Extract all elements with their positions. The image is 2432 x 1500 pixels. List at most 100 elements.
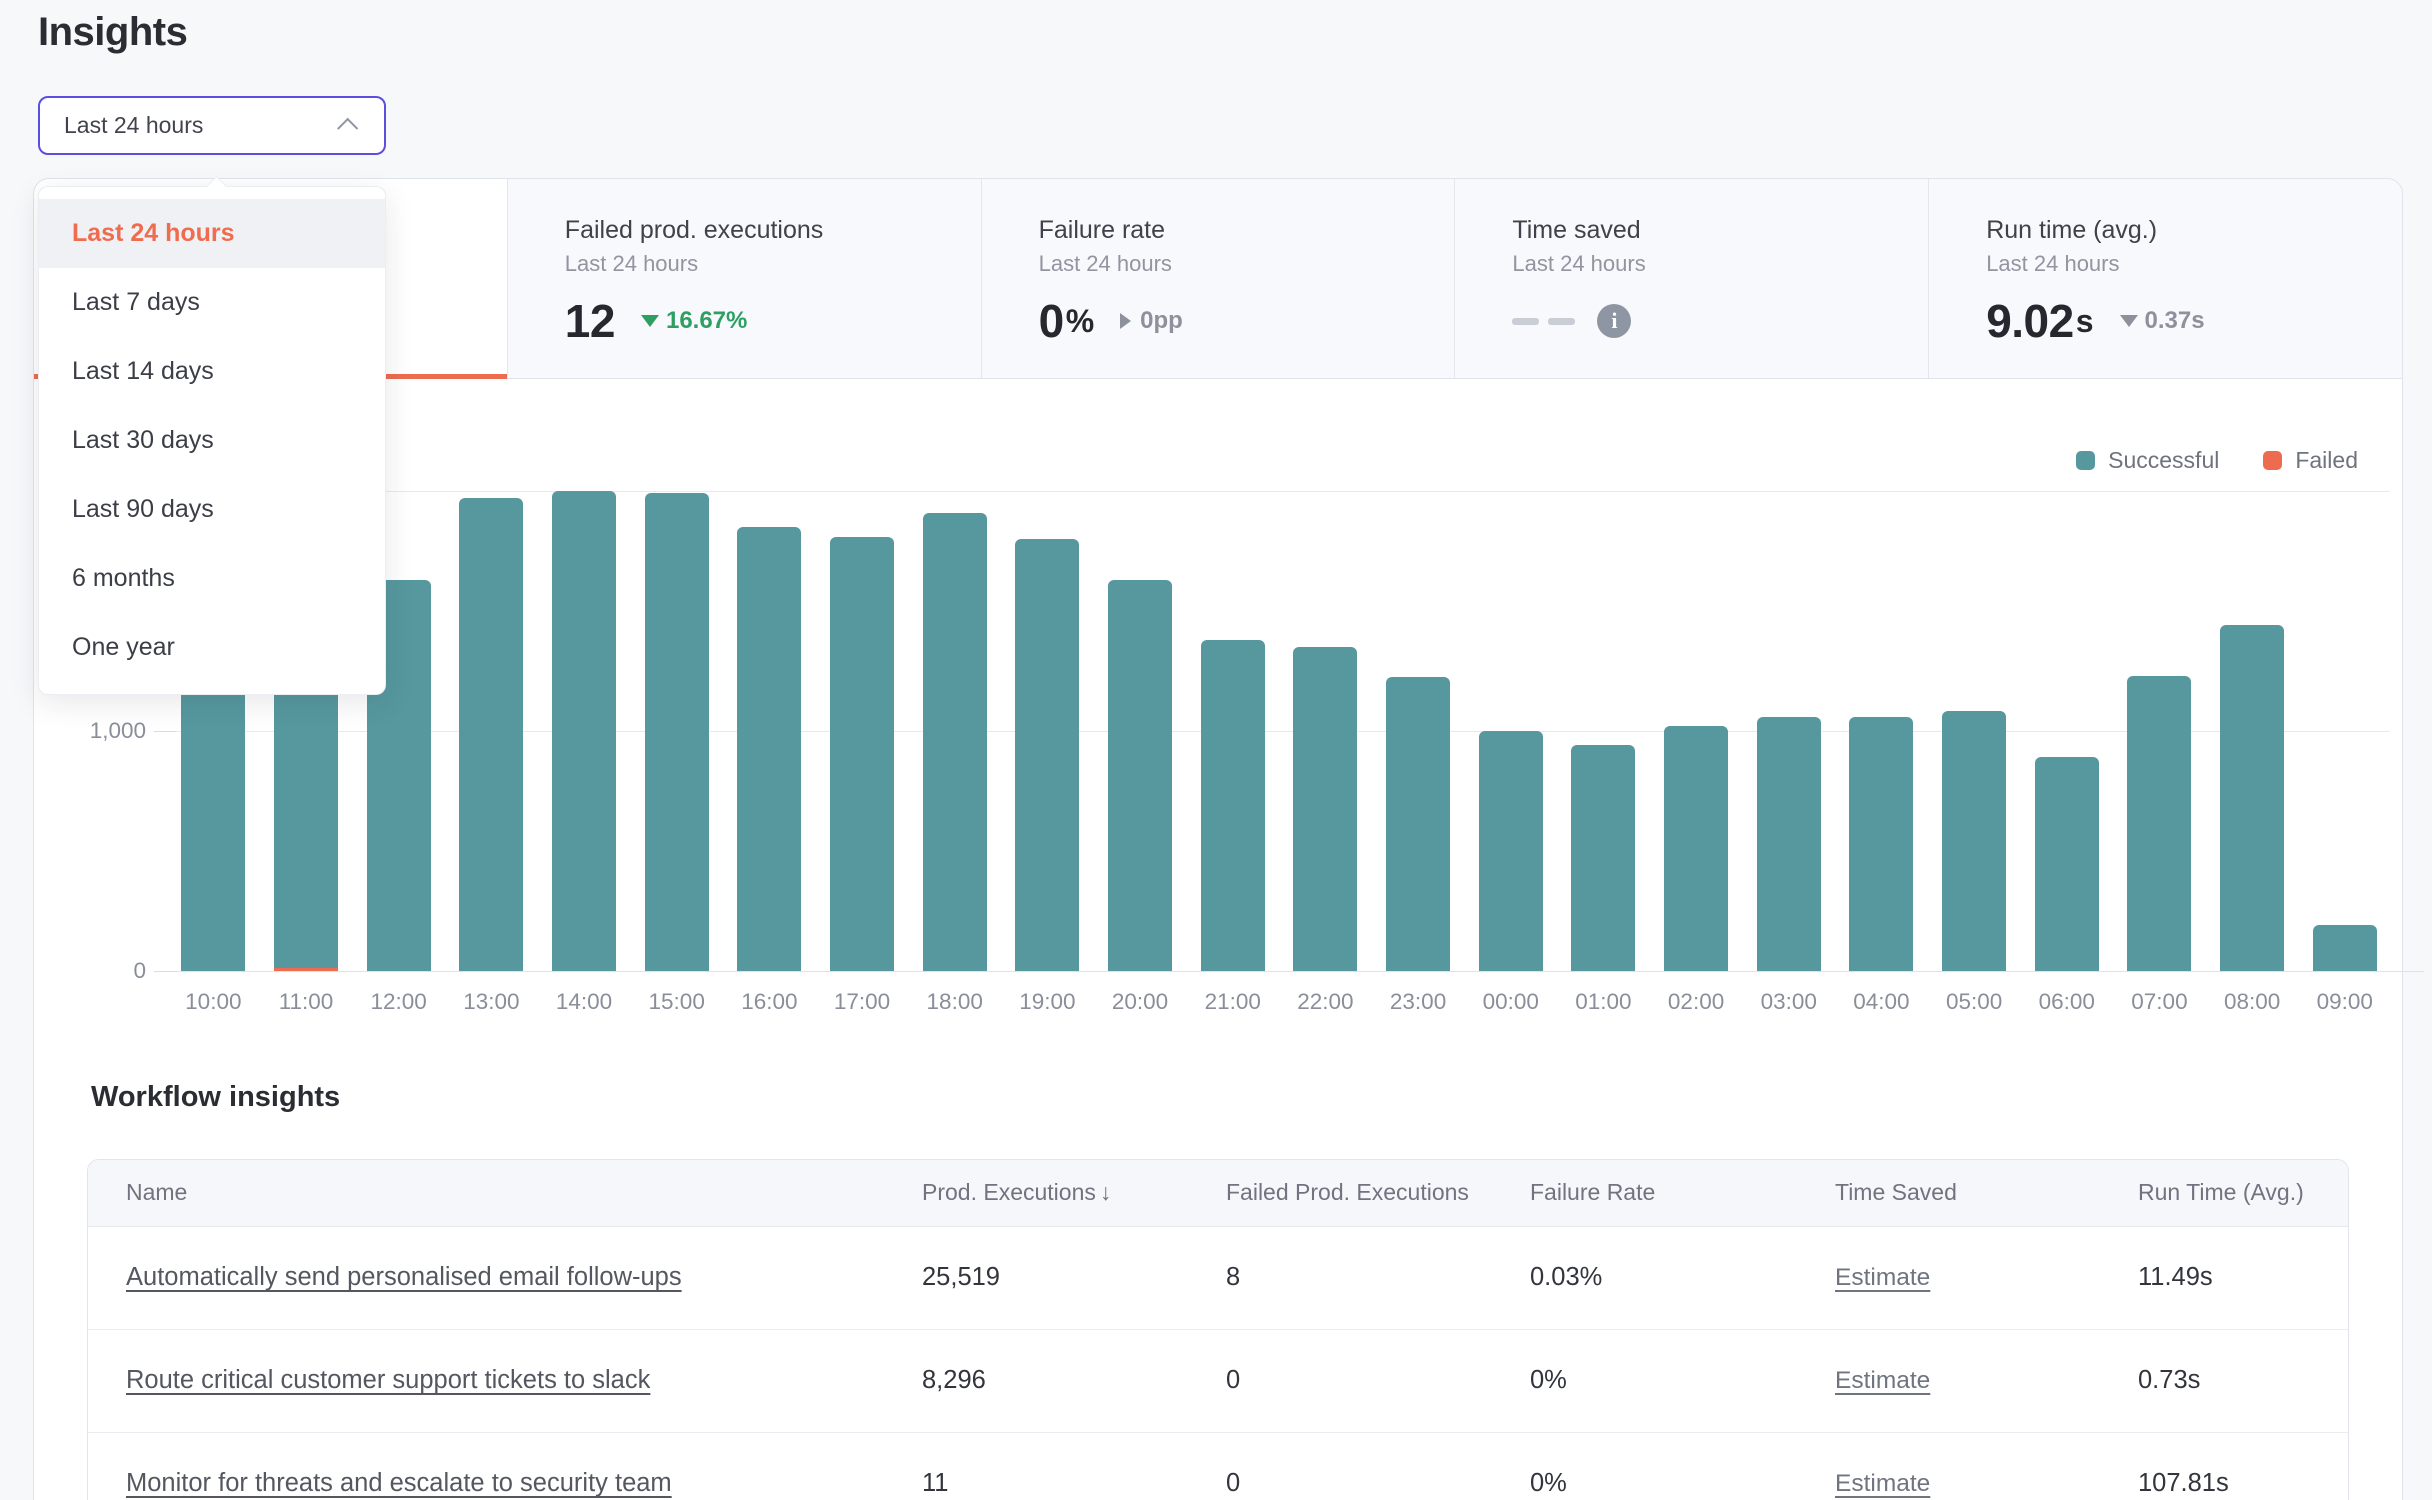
x-axis-label-03:00: 03:00 — [1742, 989, 1835, 1015]
bar-15:00[interactable] — [645, 493, 709, 971]
x-axis-label-01:00: 01:00 — [1557, 989, 1650, 1015]
bar-successful-segment — [1293, 647, 1357, 971]
menu-item-last-90-days[interactable]: Last 90 days — [39, 475, 385, 544]
workflow-link[interactable]: Monitor for threats and escalate to secu… — [126, 1469, 672, 1497]
x-axis-label-23:00: 23:00 — [1372, 989, 1465, 1015]
menu-item-last-24-hours[interactable]: Last 24 hours — [39, 199, 385, 268]
bar-slot — [816, 179, 909, 971]
bar-20:00[interactable] — [1108, 580, 1172, 971]
bar-00:00[interactable] — [1479, 731, 1543, 971]
x-axis-label-14:00: 14:00 — [538, 989, 631, 1015]
prod-executions-cell: 11 — [922, 1432, 1226, 1500]
bar-16:00[interactable] — [737, 527, 801, 971]
bar-successful-segment — [2127, 676, 2191, 971]
bar-slot — [1742, 179, 1835, 971]
failure-rate-cell: 0% — [1530, 1432, 1835, 1500]
bar-01:00[interactable] — [1571, 745, 1635, 971]
bar-slot — [1372, 179, 1465, 971]
bar-07:00[interactable] — [2127, 676, 2191, 971]
column-header-failed-prod-executions[interactable]: Failed Prod. Executions — [1226, 1160, 1530, 1226]
time-range-menu: Last 24 hoursLast 7 daysLast 14 daysLast… — [38, 186, 386, 695]
time-range-dropdown[interactable]: Last 24 hours — [38, 96, 386, 155]
x-axis-label-17:00: 17:00 — [816, 989, 909, 1015]
bar-successful-segment — [552, 491, 616, 971]
workflow-insights-title: Workflow insights — [91, 1081, 340, 1114]
x-axis-label-21:00: 21:00 — [1186, 989, 1279, 1015]
column-header-failure-rate[interactable]: Failure Rate — [1530, 1160, 1835, 1226]
bar-slot — [1001, 179, 1094, 971]
column-header-prod-executions[interactable]: Prod. Executions↓ — [922, 1160, 1226, 1226]
bar-03:00[interactable] — [1757, 717, 1821, 971]
bar-slot — [1094, 179, 1187, 971]
x-axis-label-11:00: 11:00 — [260, 989, 353, 1015]
bar-slot — [1650, 179, 1743, 971]
y-tick — [154, 971, 176, 972]
bar-18:00[interactable] — [923, 513, 987, 971]
bar-08:00[interactable] — [2220, 625, 2284, 971]
x-axis-label-10:00: 10:00 — [167, 989, 260, 1015]
estimate-link[interactable]: Estimate — [1835, 1367, 1930, 1394]
bar-successful-segment — [1849, 717, 1913, 971]
bar-successful-segment — [645, 493, 709, 971]
x-axis-label-00:00: 00:00 — [1464, 989, 1557, 1015]
insights-panel: Failed prod. executionsLast 24 hours1216… — [33, 178, 2403, 1500]
menu-item-one-year[interactable]: One year — [39, 613, 385, 682]
bar-successful-segment — [1479, 731, 1543, 971]
executions-bar-chart — [167, 179, 2391, 971]
x-axis-label-06:00: 06:00 — [2020, 989, 2113, 1015]
workflow-name-cell: Automatically send personalised email fo… — [88, 1226, 922, 1329]
bar-slot — [2020, 179, 2113, 971]
menu-item-last-7-days[interactable]: Last 7 days — [39, 268, 385, 337]
estimate-link[interactable]: Estimate — [1835, 1470, 1930, 1497]
estimate-link[interactable]: Estimate — [1835, 1264, 1930, 1291]
workflow-name-cell: Route critical customer support tickets … — [88, 1329, 922, 1432]
bar-successful-segment — [1757, 717, 1821, 971]
bar-slot — [538, 179, 631, 971]
bar-slot — [908, 179, 1001, 971]
bar-06:00[interactable] — [2035, 757, 2099, 971]
bar-19:00[interactable] — [1015, 539, 1079, 971]
bar-02:00[interactable] — [1664, 726, 1728, 971]
bar-09:00[interactable] — [2313, 925, 2377, 971]
y-tick-label: 1,000 — [34, 717, 146, 745]
bar-slot — [445, 179, 538, 971]
bar-17:00[interactable] — [830, 537, 894, 971]
bar-13:00[interactable] — [459, 498, 523, 971]
x-axis-label-04:00: 04:00 — [1835, 989, 1928, 1015]
bar-successful-segment — [2035, 757, 2099, 971]
x-axis-label-05:00: 05:00 — [1928, 989, 2021, 1015]
time-saved-cell: Estimate — [1835, 1329, 2138, 1432]
failed-prod-executions-cell: 8 — [1226, 1226, 1530, 1329]
x-axis-label-16:00: 16:00 — [723, 989, 816, 1015]
menu-item-6-months[interactable]: 6 months — [39, 544, 385, 613]
bar-23:00[interactable] — [1386, 677, 1450, 971]
time-saved-cell: Estimate — [1835, 1432, 2138, 1500]
column-header-run-time-avg[interactable]: Run Time (Avg.) — [2138, 1160, 2349, 1226]
x-axis-label-02:00: 02:00 — [1650, 989, 1743, 1015]
bar-05:00[interactable] — [1942, 711, 2006, 971]
column-header-name[interactable]: Name — [88, 1160, 922, 1226]
gridline-0 — [161, 971, 2424, 972]
column-header-time-saved[interactable]: Time Saved — [1835, 1160, 2138, 1226]
table-row: Automatically send personalised email fo… — [88, 1226, 2349, 1329]
workflow-link[interactable]: Route critical customer support tickets … — [126, 1366, 650, 1394]
workflow-link[interactable]: Automatically send personalised email fo… — [126, 1263, 682, 1291]
bar-21:00[interactable] — [1201, 640, 1265, 971]
bar-14:00[interactable] — [552, 491, 616, 971]
y-tick-label: 0 — [34, 957, 146, 985]
x-axis-label-07:00: 07:00 — [2113, 989, 2206, 1015]
x-axis-label-20:00: 20:00 — [1094, 989, 1187, 1015]
bar-slot — [2206, 179, 2299, 971]
menu-item-last-14-days[interactable]: Last 14 days — [39, 337, 385, 406]
bar-slot — [2298, 179, 2391, 971]
menu-item-last-30-days[interactable]: Last 30 days — [39, 406, 385, 475]
bar-slot — [1464, 179, 1557, 971]
bar-successful-segment — [459, 498, 523, 971]
bar-22:00[interactable] — [1293, 647, 1357, 971]
x-axis-label-08:00: 08:00 — [2206, 989, 2299, 1015]
bar-failed-segment — [274, 968, 338, 971]
bar-04:00[interactable] — [1849, 717, 1913, 971]
bar-successful-segment — [1015, 539, 1079, 971]
time-range-value: Last 24 hours — [64, 112, 343, 139]
bar-slot — [723, 179, 816, 971]
